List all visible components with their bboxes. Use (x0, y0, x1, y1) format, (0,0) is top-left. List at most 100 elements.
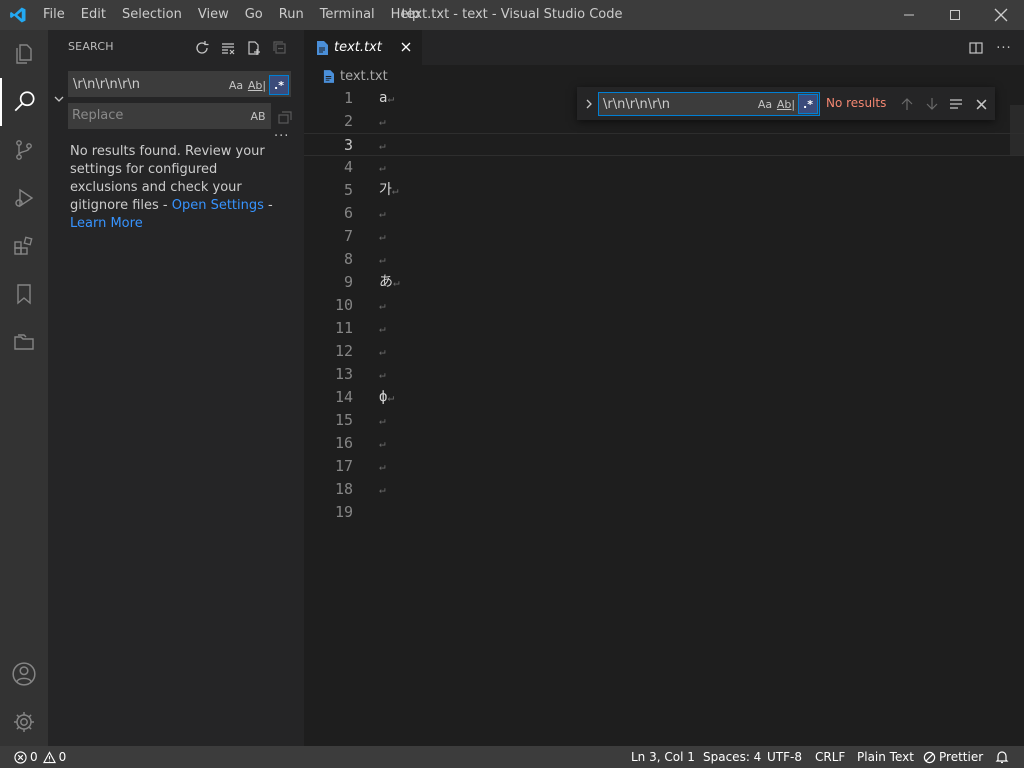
line-number: 9 (343, 273, 353, 291)
extensions-icon[interactable] (0, 222, 48, 270)
status-bar: 0 0 Ln 3, Col 1 Spaces: 4 UTF-8 CRLF Pla… (0, 746, 1024, 768)
menu-help[interactable]: Help (383, 0, 429, 30)
search-input[interactable] (73, 72, 223, 96)
previous-match-arrow-up-icon[interactable] (898, 95, 916, 113)
close-find-icon[interactable] (972, 95, 990, 113)
run-debug-icon[interactable] (0, 174, 48, 222)
regex-toggle[interactable]: .* (269, 75, 289, 95)
menu-run[interactable]: Run (271, 0, 312, 30)
indentation[interactable]: Spaces: 4 (703, 746, 761, 768)
editor-line[interactable]: 17 ↵ (304, 455, 1024, 478)
editor-area[interactable]: 1 a↵ 2 ↵ 3 ↵ 4 ↵ 5 가↵ 6 ↵ 7 ↵ 8 ↵ 9 あ↵ 10 ↵ 11 ↵ 12 ↵ 13 ↵ 14 ф↵ 15 ↵… (304, 87, 1024, 746)
editor-line[interactable]: 4 ↵ (304, 156, 1024, 179)
menu-edit[interactable]: Edit (73, 0, 114, 30)
find-match-case-toggle[interactable]: Aa (755, 94, 775, 114)
more-actions-icon[interactable]: ··· (994, 38, 1014, 58)
line-number: 5 (343, 181, 353, 199)
split-editor-icon[interactable] (966, 38, 986, 58)
tab-text-txt[interactable]: text.txt (304, 30, 422, 65)
learn-more-link[interactable]: Learn More (70, 216, 143, 231)
editor-line[interactable]: 6 ↵ (304, 202, 1024, 225)
whole-word-toggle[interactable]: Ab| (247, 75, 267, 95)
prettier-label: Prettier (939, 750, 984, 764)
maximize-button[interactable] (932, 0, 978, 30)
end-of-line[interactable]: CRLF (815, 746, 845, 768)
title-bar: File Edit Selection View Go Run Terminal Help t… (0, 0, 1024, 30)
editor-line[interactable]: 18 ↵ (304, 478, 1024, 501)
link-separator: - (263, 198, 273, 213)
editor-line[interactable]: 16 ↵ (304, 432, 1024, 455)
line-content: ↵ (379, 294, 386, 317)
editor-line[interactable]: 3 ↵ (304, 133, 1024, 156)
line-content: ↵ (379, 409, 386, 432)
editor-line[interactable]: 14 ф↵ (304, 386, 1024, 409)
collapse-all-icon[interactable] (270, 38, 290, 58)
language-mode[interactable]: Plain Text (857, 746, 914, 768)
text-file-icon (316, 40, 328, 55)
line-content: ↵ (379, 225, 386, 248)
open-settings-link[interactable]: Open Settings (172, 198, 264, 213)
problems-indicator[interactable]: 0 0 (14, 746, 66, 768)
cursor-position[interactable]: Ln 3, Col 1 (631, 746, 695, 768)
match-case-toggle[interactable]: Aa (226, 75, 246, 95)
refresh-icon[interactable] (192, 38, 212, 58)
line-number: 15 (334, 411, 353, 429)
explorer-icon[interactable] (0, 30, 48, 78)
line-number: 2 (343, 112, 353, 130)
menu-file[interactable]: File (35, 0, 73, 30)
line-number: 7 (343, 227, 353, 245)
editor-line[interactable]: 11 ↵ (304, 317, 1024, 340)
replace-all-icon[interactable] (276, 108, 294, 126)
find-whole-word-toggle[interactable]: Ab| (776, 94, 796, 114)
close-tab-icon[interactable] (398, 39, 414, 55)
clear-results-icon[interactable] (218, 38, 238, 58)
editor-line[interactable]: 8 ↵ (304, 248, 1024, 271)
find-status: No results (826, 96, 887, 110)
editor-line[interactable]: 13 ↵ (304, 363, 1024, 386)
eol-marker: ↵ (391, 184, 399, 197)
toggle-replace-chevron-down-icon[interactable] (52, 92, 66, 106)
preserve-case-toggle[interactable]: AB (248, 106, 268, 126)
editor-line[interactable]: 9 あ↵ (304, 271, 1024, 294)
replace-input[interactable] (72, 103, 222, 127)
prettier-status[interactable]: Prettier (923, 746, 983, 768)
eol-marker: ↵ (379, 115, 386, 128)
source-control-icon[interactable] (0, 126, 48, 174)
editor-line[interactable]: 12 ↵ (304, 340, 1024, 363)
search-icon[interactable] (0, 78, 48, 126)
line-number: 11 (334, 319, 353, 337)
no-results-message: No results found. Review your settings f… (70, 143, 280, 233)
find-regex-toggle[interactable]: .* (798, 94, 818, 114)
breadcrumb-file[interactable]: text.txt (340, 69, 388, 84)
find-in-selection-icon[interactable] (947, 95, 965, 113)
bookmarks-icon[interactable] (0, 270, 48, 318)
line-content: ↵ (379, 478, 386, 501)
warning-count: 0 (58, 750, 67, 764)
account-icon[interactable] (0, 650, 48, 698)
menu-go[interactable]: Go (237, 0, 271, 30)
minimize-button[interactable] (886, 0, 932, 30)
project-manager-icon[interactable] (0, 318, 48, 366)
find-input[interactable] (603, 93, 753, 115)
close-window-button[interactable] (978, 0, 1024, 30)
editor-line[interactable]: 15 ↵ (304, 409, 1024, 432)
editor-tab-bar: text.txt ··· (304, 30, 1024, 65)
next-match-arrow-down-icon[interactable] (923, 95, 941, 113)
line-number: 4 (343, 158, 353, 176)
notifications-bell-icon[interactable] (995, 746, 1009, 768)
menu-view[interactable]: View (190, 0, 237, 30)
menu-terminal[interactable]: Terminal (312, 0, 383, 30)
editor-line[interactable]: 5 가↵ (304, 179, 1024, 202)
new-search-editor-icon[interactable] (244, 38, 264, 58)
editor-line[interactable]: 7 ↵ (304, 225, 1024, 248)
editor-line[interactable]: 10 ↵ (304, 294, 1024, 317)
menu-selection[interactable]: Selection (114, 0, 190, 30)
toggle-replace-chevron-right-icon[interactable] (581, 96, 597, 112)
editor-line[interactable]: 19 (304, 501, 1024, 524)
line-content: ↵ (379, 134, 386, 157)
encoding[interactable]: UTF-8 (767, 746, 802, 768)
more-options-icon[interactable]: ··· (274, 129, 289, 144)
settings-gear-icon[interactable] (0, 698, 48, 746)
eol-marker: ↵ (379, 460, 386, 473)
error-icon (14, 750, 27, 764)
